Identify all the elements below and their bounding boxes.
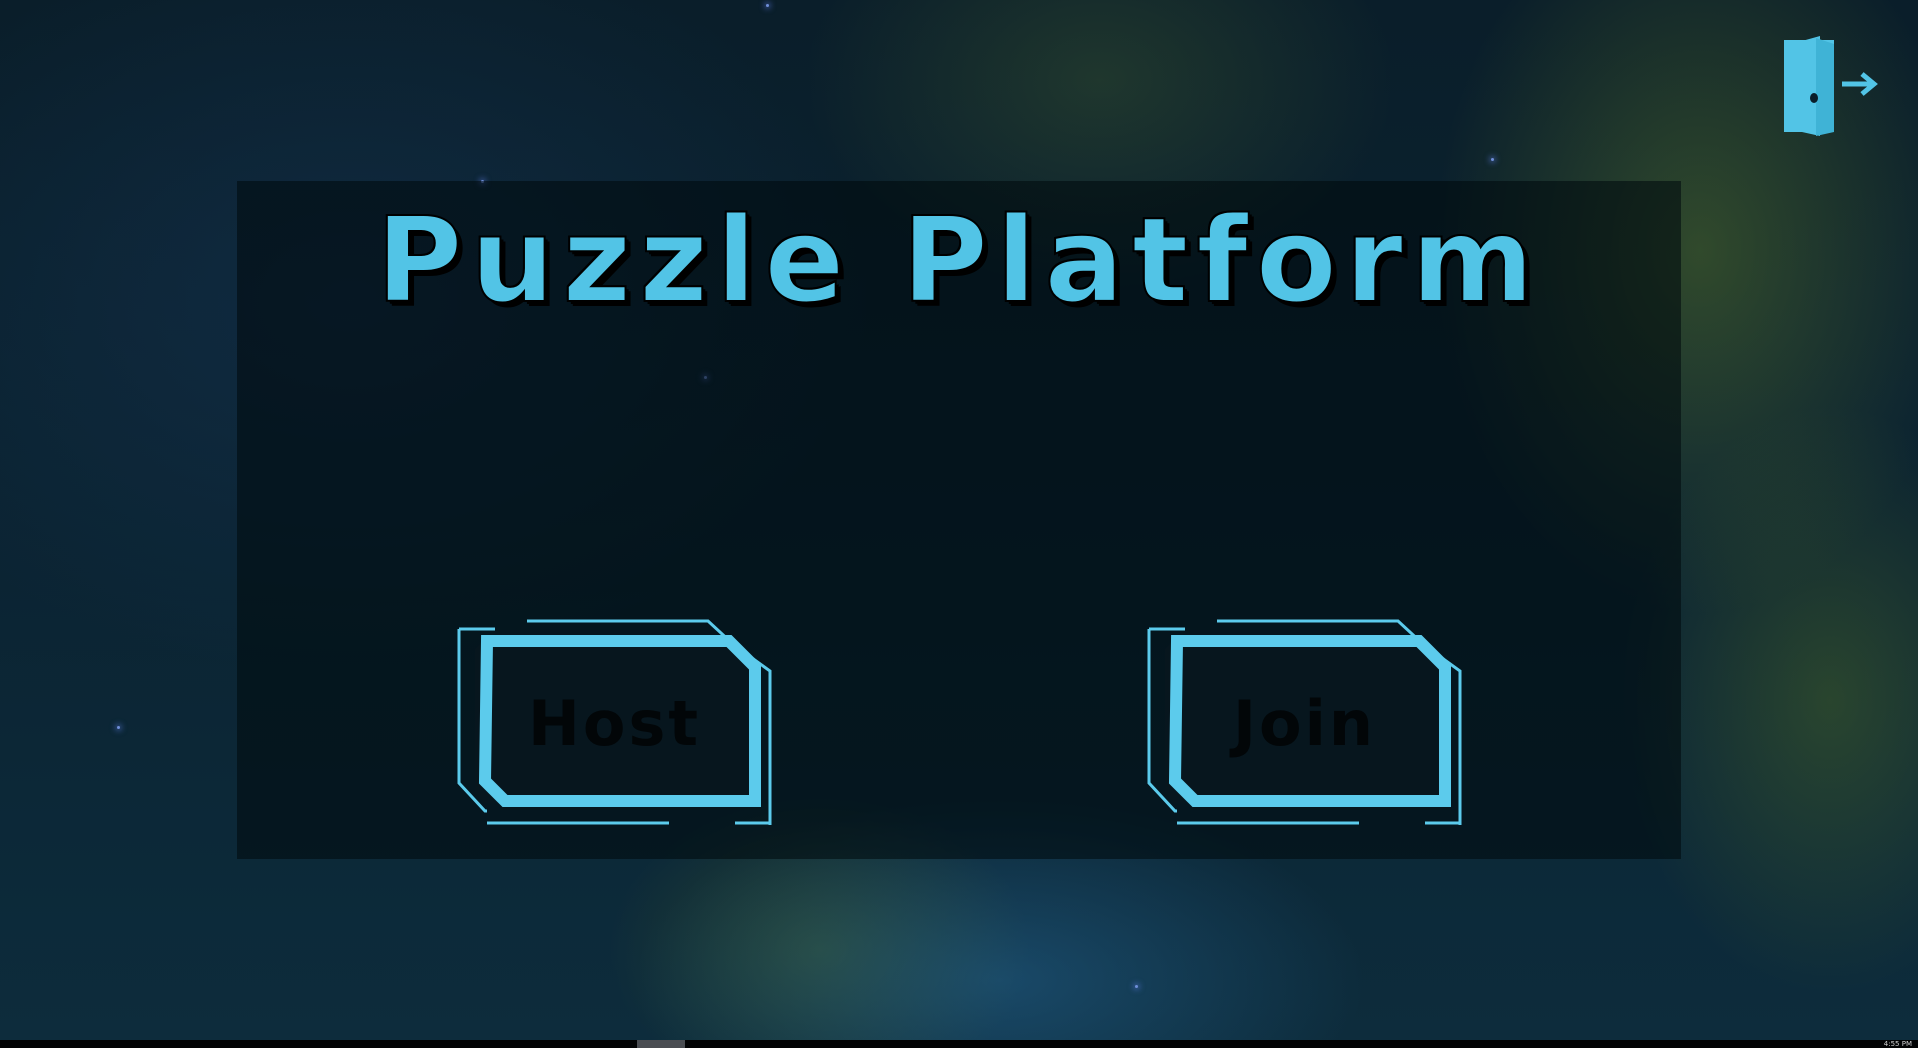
taskbar [0, 1040, 1918, 1048]
star [766, 4, 769, 7]
join-button[interactable]: Join [1147, 615, 1462, 825]
star [1135, 985, 1138, 988]
host-button-label: Host [527, 686, 702, 760]
host-button[interactable]: Host [457, 615, 772, 825]
star [117, 726, 120, 729]
exit-button[interactable] [1780, 36, 1884, 140]
join-button-label: Join [1232, 686, 1377, 760]
star [1491, 158, 1494, 161]
taskbar-tab[interactable] [637, 1040, 685, 1048]
main-menu-screen: Puzzle Platform Host Join 4:55 PM [0, 0, 1918, 1048]
taskbar-clock: 4:55 PM [1883, 1040, 1912, 1048]
game-title: Puzzle Platform [375, 191, 1542, 329]
exit-door-icon [1784, 36, 1878, 136]
